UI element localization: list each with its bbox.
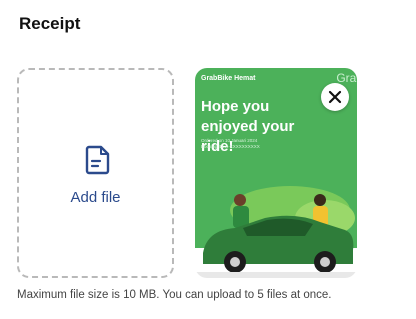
receipt-meta-booking: Booking ID: A-XXXXXXXXXX	[201, 144, 260, 149]
ride-illustration	[195, 186, 357, 278]
receipt-brand: GrabBike Hemat	[201, 75, 256, 82]
receipt-meta: Ordered on 10 Januari 2024 Booking ID: A…	[201, 138, 260, 150]
add-file-dropzone[interactable]: Add file	[17, 68, 174, 278]
remove-file-button[interactable]	[321, 83, 349, 111]
close-icon	[328, 90, 342, 104]
page-title: Receipt	[19, 14, 81, 33]
add-file-label: Add file	[70, 189, 121, 206]
document-icon	[85, 145, 110, 175]
upload-hint: Maximum file size is 10 MB. You can uplo…	[17, 289, 332, 301]
